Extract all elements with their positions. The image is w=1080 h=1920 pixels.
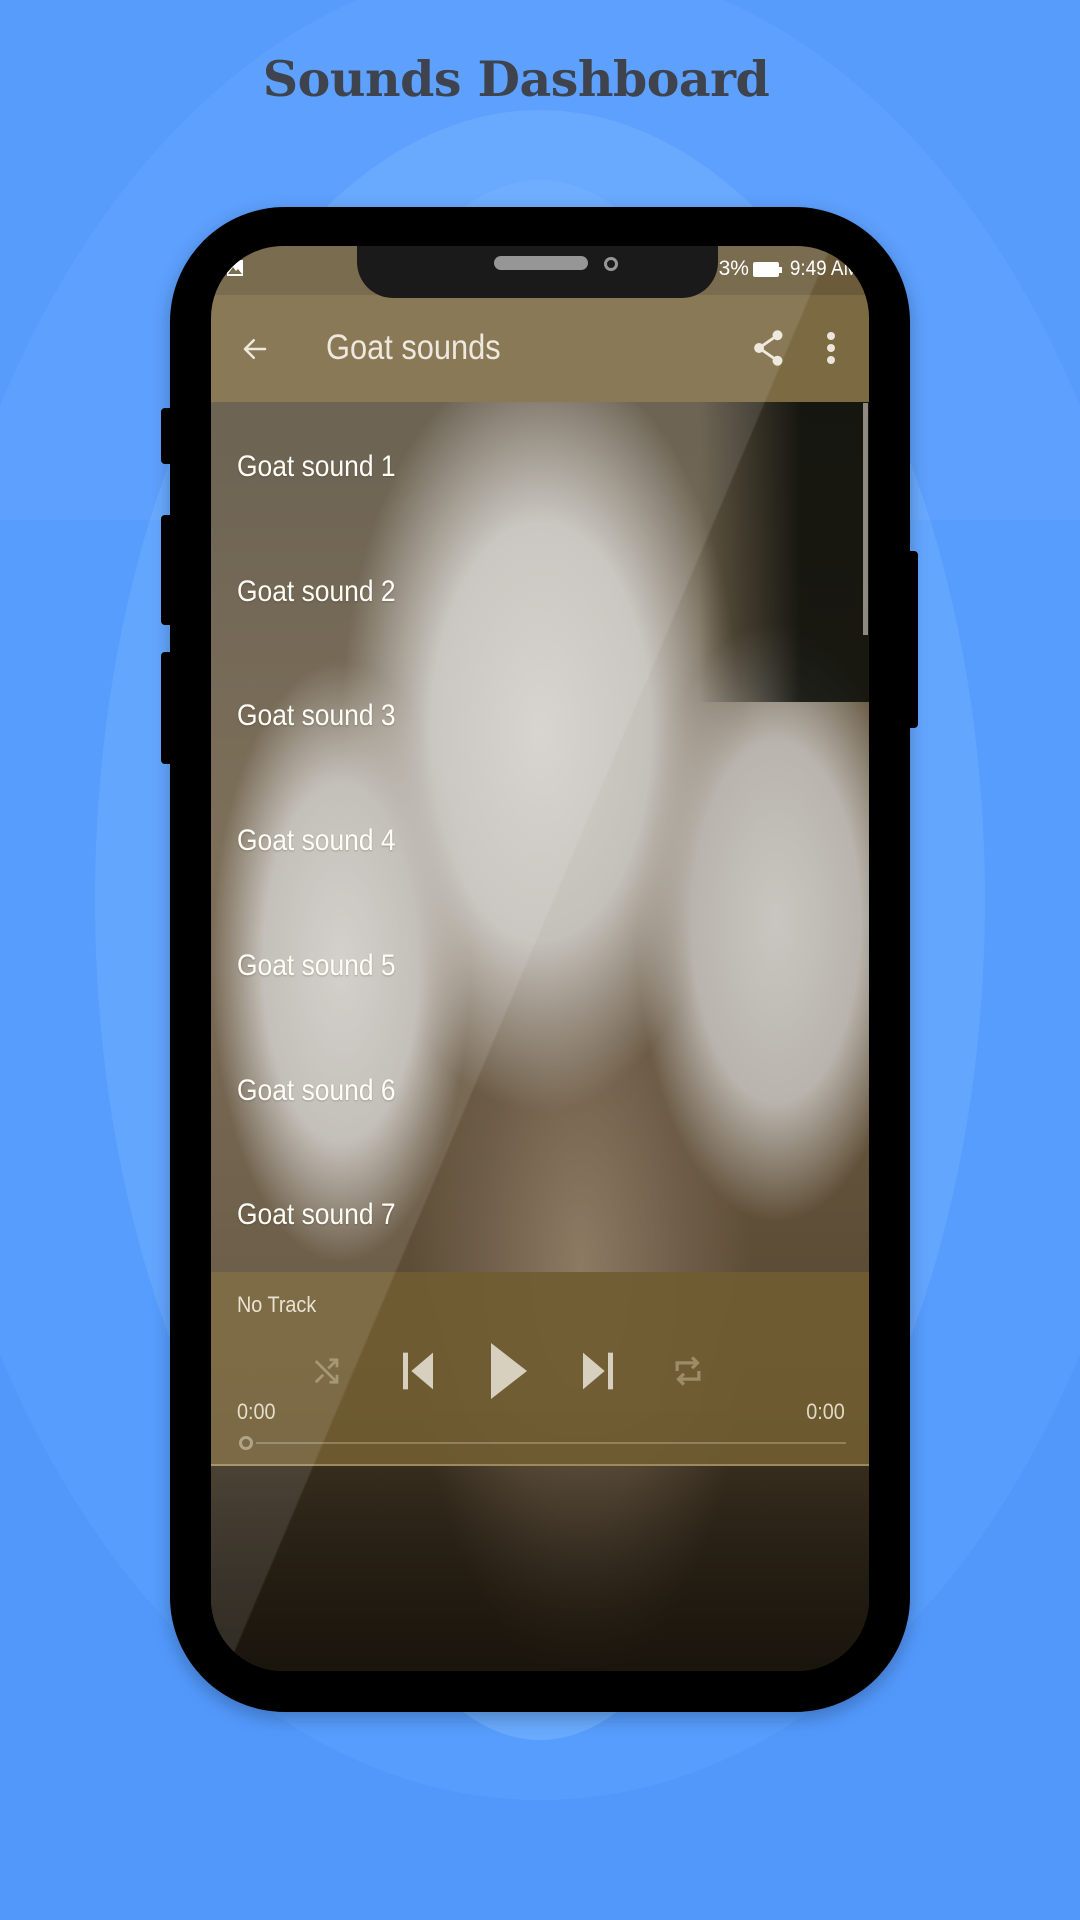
more-vertical-icon <box>827 332 835 364</box>
skip-next-icon <box>583 1352 613 1390</box>
list-scrollbar[interactable] <box>863 403 868 635</box>
repeat-icon <box>675 1356 701 1386</box>
shuffle-icon <box>314 1358 339 1384</box>
next-button[interactable] <box>573 1346 623 1396</box>
sound-item-label: Goat sound 2 <box>237 575 396 608</box>
earpiece-speaker <box>494 256 588 270</box>
page-title: Sounds Dashboard <box>262 50 770 108</box>
previous-button[interactable] <box>393 1346 443 1396</box>
seek-bar-thumb[interactable] <box>239 1436 253 1450</box>
music-player-panel: No Track 0:00 0:00 <box>211 1272 869 1466</box>
toolbar-title: Goat sounds <box>326 328 501 367</box>
sound-item-label: Goat sound 1 <box>237 450 396 483</box>
sound-list-item[interactable]: Goat sound 6 <box>211 1029 861 1153</box>
sound-list-item[interactable]: Goat sound 7 <box>211 1153 861 1277</box>
share-icon <box>754 330 783 366</box>
sound-item-label: Goat sound 5 <box>237 949 396 982</box>
seek-bar[interactable] <box>256 1442 846 1444</box>
phone-screen: 3% 9:49 AM Goat sounds Goat sound 1 Goat… <box>211 246 869 1671</box>
play-icon <box>491 1343 527 1399</box>
skip-previous-icon <box>403 1352 433 1390</box>
sound-item-label: Goat sound 7 <box>237 1198 396 1231</box>
sound-list-item[interactable]: Goat sound 1 <box>211 405 861 529</box>
back-button[interactable] <box>231 325 279 373</box>
more-options-button[interactable] <box>811 324 851 372</box>
sound-list-item[interactable]: Goat sound 4 <box>211 779 861 903</box>
shuffle-button[interactable] <box>303 1347 351 1395</box>
gallery-icon <box>227 260 243 276</box>
sound-item-label: Goat sound 3 <box>237 699 396 732</box>
front-camera <box>604 257 618 271</box>
status-right-group: 3% 9:49 AM <box>719 254 863 284</box>
share-button[interactable] <box>745 324 793 372</box>
total-time: 0:00 <box>806 1399 845 1424</box>
sound-list-item[interactable]: Goat sound 2 <box>211 530 861 654</box>
battery-percent: 3% <box>718 257 749 280</box>
arrow-left-icon <box>243 339 267 359</box>
repeat-button[interactable] <box>664 1347 712 1395</box>
battery-full-icon <box>752 261 782 277</box>
sound-list-item[interactable]: Goat sound 5 <box>211 904 861 1028</box>
status-time: 9:49 AM <box>789 257 860 280</box>
play-button[interactable] <box>479 1340 539 1402</box>
sound-item-label: Goat sound 4 <box>237 824 396 857</box>
now-playing-label: No Track <box>237 1292 317 1317</box>
app-toolbar: Goat sounds <box>211 295 869 402</box>
sound-item-label: Goat sound 6 <box>237 1074 396 1107</box>
current-time: 0:00 <box>237 1399 276 1424</box>
sound-list-item[interactable]: Goat sound 3 <box>211 654 861 778</box>
phone-notch <box>357 246 718 298</box>
